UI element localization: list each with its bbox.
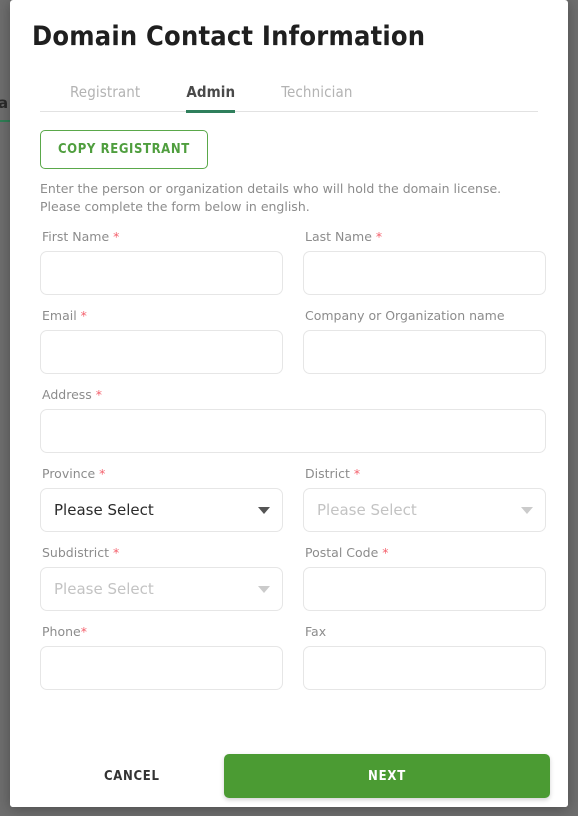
tab-technician[interactable]: Technician [281, 68, 352, 113]
province-field-group: Province * Please Select [40, 466, 283, 532]
name-row: First Name * Last Name * [40, 229, 546, 295]
province-select-wrap: Please Select [40, 487, 283, 532]
copy-registrant-button[interactable]: COPY REGISTRANT [40, 129, 208, 169]
helper-line-2: Please complete the form below in englis… [40, 198, 310, 214]
required-marker: * [375, 228, 383, 244]
tab-registrant[interactable]: Registrant [70, 68, 140, 113]
first-name-label: First Name * [42, 228, 120, 244]
district-field-group: District * Please Select [303, 466, 546, 532]
address-field-group: Address * [40, 387, 546, 453]
required-marker: * [80, 623, 87, 639]
address-input[interactable] [40, 408, 546, 453]
helper-line-1: Enter the person or organization details… [40, 180, 502, 196]
email-input[interactable] [40, 329, 283, 374]
phone-field-group: Phone* [40, 624, 283, 690]
fax-input[interactable] [303, 645, 546, 690]
company-field-group: Company or Organization name [303, 308, 546, 374]
phone-fax-row: Phone* Fax [40, 624, 546, 690]
first-name-input[interactable] [40, 250, 283, 295]
background-page: a [0, 0, 10, 816]
last-name-input[interactable] [303, 250, 546, 295]
subdistrict-field-group: Subdistrict * Please Select [40, 545, 283, 611]
required-marker: * [353, 465, 361, 481]
chevron-down-icon[interactable] [258, 506, 270, 514]
modal-footer: CANCEL NEXT [10, 745, 568, 807]
province-label: Province * [42, 465, 106, 481]
province-district-row: Province * Please Select District * Plea… [40, 466, 546, 532]
required-marker: * [80, 307, 87, 323]
district-select[interactable]: Please Select [303, 487, 546, 532]
subdistrict-postal-row: Subdistrict * Please Select Postal Code … [40, 545, 546, 611]
postal-code-input[interactable] [303, 566, 546, 611]
tab-admin[interactable]: Admin [186, 68, 236, 113]
background-divider [0, 120, 10, 122]
first-name-field-group: First Name * [40, 229, 283, 295]
phone-label: Phone* [42, 623, 87, 639]
form-body: COPY REGISTRANT Enter the person or orga… [10, 112, 568, 690]
last-name-field-group: Last Name * [303, 229, 546, 295]
province-select[interactable]: Please Select [40, 487, 283, 532]
email-company-row: Email * Company or Organization name [40, 308, 546, 374]
last-name-label: Last Name * [305, 228, 383, 244]
address-label: Address * [42, 386, 103, 402]
required-marker: * [113, 228, 120, 244]
domain-contact-modal: Domain Contact Information Registrant Ad… [10, 0, 568, 807]
required-marker: * [382, 544, 389, 560]
tab-bar: Registrant Admin Technician [40, 68, 538, 113]
chevron-down-icon[interactable] [521, 506, 533, 514]
subdistrict-select-wrap: Please Select [40, 566, 283, 611]
postal-code-label: Postal Code * [305, 544, 389, 560]
email-label: Email * [42, 307, 87, 323]
postal-code-field-group: Postal Code * [303, 545, 546, 611]
address-row: Address * [40, 387, 546, 453]
company-input[interactable] [303, 329, 546, 374]
subdistrict-label: Subdistrict * [42, 544, 120, 560]
background-text-fragment: a [0, 94, 9, 112]
next-button[interactable]: NEXT [224, 754, 550, 798]
required-marker: * [112, 544, 120, 560]
required-marker: * [99, 465, 106, 481]
fax-label: Fax [305, 623, 327, 639]
chevron-down-icon[interactable] [258, 585, 270, 593]
district-select-wrap: Please Select [303, 487, 546, 532]
district-label: District * [305, 465, 361, 481]
email-field-group: Email * [40, 308, 283, 374]
fax-field-group: Fax [303, 624, 546, 690]
form-helper-text: Enter the person or organization details… [40, 180, 510, 216]
required-marker: * [95, 386, 103, 402]
subdistrict-select[interactable]: Please Select [40, 566, 283, 611]
cancel-button[interactable]: CANCEL [90, 759, 174, 794]
page-title: Domain Contact Information [32, 21, 426, 52]
company-label: Company or Organization name [305, 307, 505, 323]
phone-input[interactable] [40, 645, 283, 690]
